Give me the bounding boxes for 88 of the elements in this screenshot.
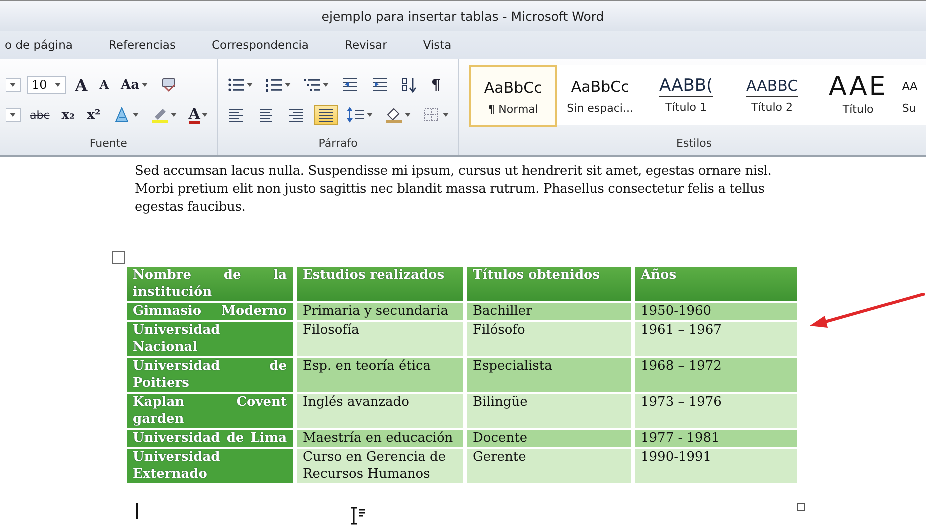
sort-icon — [401, 77, 420, 93]
caret-icon — [323, 83, 330, 87]
table-cell: Gimnasio Moderno — [127, 303, 293, 320]
table-cell: Bilingüe — [467, 394, 631, 428]
format-button[interactable]: abc — [27, 106, 53, 124]
font-name-dropdown[interactable] — [6, 78, 21, 92]
decrease-indent-icon — [341, 77, 360, 93]
style-option[interactable]: AA Su — [901, 65, 926, 125]
eraser-icon — [160, 77, 178, 93]
table-move-handle[interactable] — [112, 251, 125, 264]
table-cell: Inglés avanzado — [297, 394, 463, 428]
ibeam-cursor-icon — [349, 507, 365, 525]
format-button[interactable]: Aa — [118, 76, 151, 94]
numbered-list-icon — [265, 77, 284, 93]
ribbon-tab[interactable]: Vista — [420, 35, 455, 55]
style-option[interactable]: AABB( Título 1 — [643, 65, 730, 125]
caret-icon — [132, 113, 139, 117]
text-effects-icon — [112, 107, 131, 123]
caret-icon — [10, 83, 16, 87]
format-button[interactable]: A — [186, 104, 212, 126]
borders-icon — [423, 107, 442, 123]
caret-icon — [247, 83, 254, 87]
table-cell: Universidad Nacional — [127, 322, 293, 356]
align-left-icon — [227, 107, 246, 123]
table-cell: Gerente — [467, 449, 631, 483]
column-header: Nombre de la institución — [127, 267, 293, 301]
column-header: Títulos obtenidos — [467, 267, 631, 301]
table-cell: Universidad Externado — [127, 449, 293, 483]
caret-icon — [142, 83, 148, 87]
justify-button[interactable] — [314, 105, 338, 125]
increase-indent-icon — [371, 77, 390, 93]
caret-icon — [55, 83, 62, 87]
ribbon-tab[interactable]: Correspondencia — [208, 35, 312, 55]
table-cell: Primaria y secundaria — [297, 303, 463, 320]
table-cell: 1950-1960 — [635, 303, 797, 320]
text-cursor — [136, 503, 138, 519]
group-label: Fuente — [88, 136, 128, 152]
bullet-list-icon — [227, 77, 246, 93]
line-spacing-icon — [347, 107, 366, 123]
caret-icon — [285, 83, 292, 87]
caret-icon — [10, 113, 16, 117]
underline-dropdown[interactable] — [6, 108, 21, 122]
caret-icon — [202, 113, 208, 117]
style-option[interactable]: AaBbCc Sin espaci... — [557, 65, 644, 125]
style-option[interactable]: AAE Título — [815, 65, 902, 125]
table-cell: 1977 - 1981 — [635, 430, 797, 447]
ribbon-tab[interactable]: o de página — [2, 35, 76, 55]
table-resize-handle[interactable] — [797, 503, 805, 511]
font-size-field[interactable]: 10 — [27, 76, 66, 94]
window-title: ejemplo para insertar tablas - Microsoft Word — [322, 8, 604, 24]
paint-bucket-icon — [385, 107, 404, 123]
group-label: Párrafo — [318, 136, 359, 152]
table-cell: Maestría en educación — [297, 430, 463, 447]
table-cell: 1968 – 1972 — [635, 358, 797, 392]
format-button[interactable]: A — [96, 76, 112, 94]
table-cell: 1973 – 1976 — [635, 394, 797, 428]
column-header: Estudios realizados — [297, 267, 463, 301]
table-cell: Bachiller — [467, 303, 631, 320]
table-cell: Universidad de Lima — [127, 430, 293, 447]
paragraph: Sed accumsan lacus nulla. Suspendisse mi ipsum, cursus ut hendrerit sit amet, egestas ornare nisl. Morbi pretium elit non justo sagittis nec blandit massa rutrum. Phasellus consectetur felis a tellus egestas faucibus. — [135, 163, 773, 217]
table-cell: Esp. en teoría ética — [297, 358, 463, 392]
ribbon-tab[interactable]: Revisar — [342, 35, 390, 55]
format-button[interactable]: ¶ — [428, 74, 444, 96]
style-option[interactable]: AaBbCc ¶ Normal — [469, 65, 558, 127]
table-cell: Especialista — [467, 358, 631, 392]
caret-icon — [405, 113, 412, 117]
format-button[interactable]: A — [72, 74, 91, 96]
table-cell: 1961 – 1967 — [635, 322, 797, 356]
table-cell: Kaplan Covent garden — [127, 394, 293, 428]
style-option[interactable]: AABBC Título 2 — [729, 65, 816, 125]
table-cell: Filosofía — [297, 322, 463, 356]
group-label: Estilos — [676, 136, 714, 152]
table-cell: Curso en Gerencia de Recursos Humanos — [297, 449, 463, 483]
caret-icon — [170, 113, 177, 117]
format-button[interactable]: x² — [84, 106, 104, 124]
multilevel-list-icon — [303, 77, 322, 93]
ribbon-tab[interactable]: Referencias — [106, 35, 179, 55]
justify-icon — [317, 107, 336, 123]
align-right-icon — [287, 107, 306, 123]
caret-icon — [443, 113, 450, 117]
format-button[interactable]: x₂ — [58, 106, 78, 124]
table-cell: Docente — [467, 430, 631, 447]
caret-icon — [367, 113, 374, 117]
table-cell: Filósofo — [467, 322, 631, 356]
highlighter-icon — [150, 107, 169, 123]
table-cell: 1990-1991 — [635, 449, 797, 483]
table-cell: Universidad de Poitiers — [127, 358, 293, 392]
column-header: Años — [635, 267, 797, 301]
